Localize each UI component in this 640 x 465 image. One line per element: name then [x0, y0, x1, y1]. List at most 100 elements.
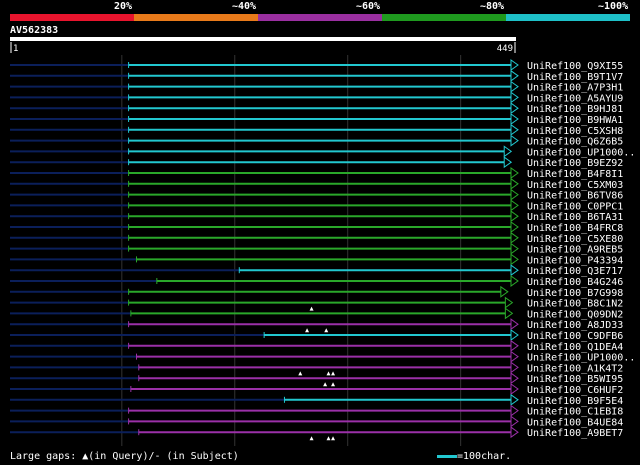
hit-label[interactable]: UniRef100_C5XM03 [527, 180, 623, 191]
hit-row[interactable]: UniRef100_B9HJ81 [10, 102, 623, 115]
hit-end-arrow-icon [510, 383, 519, 395]
hit-label[interactable]: UniRef100_B9HWA1 [527, 115, 623, 126]
hit-label[interactable]: UniRef100_B4G246 [527, 277, 623, 288]
hit-label[interactable]: UniRef100_A9BET7 [527, 428, 623, 439]
hit-end-arrow-icon [503, 156, 513, 169]
scale-label: =100char. [457, 451, 512, 462]
hit-end-arrow-icon [510, 91, 519, 104]
hit-label[interactable]: UniRef100_A1K4T2 [527, 363, 623, 374]
hit-row[interactable]: UniRef100_B6TA31 [10, 210, 623, 223]
hit-row[interactable]: UniRef100_UP1000.. [10, 350, 635, 364]
hit-end-arrow-icon [510, 372, 519, 385]
query-gap-marker-icon [326, 371, 331, 376]
hit-row[interactable]: UniRef100_B4FRC8 [10, 221, 623, 234]
hit-row[interactable]: UniRef100_C5XSH8 [10, 123, 623, 137]
hit-label[interactable]: UniRef100_C0PPC1 [527, 201, 623, 212]
hit-row[interactable]: UniRef100_Q6Z6B5 [10, 134, 623, 148]
hit-end-arrow-icon [510, 221, 519, 233]
hit-row[interactable]: UniRef100_Q1DEA4 [10, 339, 623, 353]
hit-row[interactable]: UniRef100_B6TV86 [10, 188, 623, 202]
hit-row[interactable]: UniRef100_B9T1V7 [10, 69, 623, 83]
hit-row[interactable]: UniRef100_C6HUF2 [10, 383, 623, 396]
hit-label[interactable]: UniRef100_C6HUF2 [527, 385, 623, 396]
scale-bar [437, 455, 457, 458]
hit-row[interactable]: UniRef100_B9HWA1 [10, 113, 623, 126]
hit-label[interactable]: UniRef100_Q9XI55 [527, 61, 623, 72]
hit-row[interactable]: UniRef100_C5XE80 [10, 231, 623, 245]
hit-label[interactable]: UniRef100_Q3E717 [527, 266, 623, 277]
hit-end-arrow-icon [510, 69, 519, 82]
hit-row[interactable]: UniRef100_B4F8I1 [10, 167, 623, 180]
hit-label[interactable]: UniRef100_B5WI95 [527, 374, 623, 385]
hit-label[interactable]: UniRef100_C5XSH8 [527, 126, 623, 137]
hit-row[interactable]: UniRef100_A9BET7 [10, 426, 623, 441]
hit-end-arrow-icon [510, 123, 519, 136]
hit-row[interactable]: UniRef100_C1EBI8 [10, 404, 623, 418]
hit-label[interactable]: UniRef100_B4UE84 [527, 417, 623, 428]
query-gap-marker-icon [331, 382, 336, 387]
hit-row[interactable]: UniRef100_UP1000.. [10, 145, 635, 158]
hit-label[interactable]: UniRef100_Q09DN2 [527, 309, 623, 320]
query-gap-marker-icon [298, 371, 303, 376]
query-end-label: 449 [497, 44, 513, 54]
hit-label[interactable]: UniRef100_B7G998 [527, 288, 623, 299]
hit-label[interactable]: UniRef100_B6TA31 [527, 212, 623, 223]
query-gap-marker-icon [309, 436, 314, 441]
hit-row[interactable]: UniRef100_Q3E717 [10, 264, 623, 277]
hit-label[interactable]: UniRef100_UP1000.. [527, 353, 635, 364]
hit-label[interactable]: UniRef100_C1EBI8 [527, 407, 623, 418]
hit-end-arrow-icon [510, 231, 519, 244]
hit-end-arrow-icon [510, 134, 519, 147]
hit-label[interactable]: UniRef100_A5AYU9 [527, 93, 623, 104]
hit-end-arrow-icon [510, 242, 519, 255]
hit-end-arrow-icon [510, 404, 519, 417]
hit-end-arrow-icon [510, 264, 519, 277]
hit-label[interactable]: UniRef100_UP1000.. [527, 147, 635, 158]
alignment-overview-canvas: 1 449UniRef100_Q9XI55UniRef100_B9T1V7UniR… [10, 37, 635, 446]
query-gap-marker-icon [324, 328, 329, 333]
hit-label[interactable]: UniRef100_B9EZ92 [527, 158, 623, 169]
hit-end-arrow-icon [510, 253, 519, 266]
hit-label[interactable]: UniRef100_P43394 [527, 255, 623, 266]
query-gap-marker-icon [331, 436, 336, 441]
hit-label[interactable]: UniRef100_Q1DEA4 [527, 342, 623, 353]
query-start-label: 1 [13, 44, 18, 54]
hit-row[interactable]: UniRef100_P43394 [10, 253, 623, 266]
hit-label[interactable]: UniRef100_Q6Z6B5 [527, 137, 623, 148]
hit-label[interactable]: UniRef100_B9T1V7 [527, 72, 623, 83]
hit-end-arrow-icon [510, 199, 519, 212]
hit-end-arrow-icon [510, 426, 519, 439]
hit-row[interactable]: UniRef100_Q9XI55 [10, 59, 623, 72]
hit-row[interactable]: UniRef100_A9REB5 [10, 242, 623, 256]
query-gap-marker-icon [305, 328, 310, 333]
hit-label[interactable]: UniRef100_B4F8I1 [527, 169, 623, 180]
hit-label[interactable]: UniRef100_C9DFB6 [527, 331, 623, 342]
hit-end-arrow-icon [510, 188, 519, 201]
hit-row[interactable]: UniRef100_B7G998 [10, 285, 623, 299]
hit-end-arrow-icon [510, 167, 519, 179]
hit-end-arrow-icon [510, 59, 519, 71]
hit-row[interactable]: UniRef100_C9DFB6 [10, 329, 623, 342]
hit-row[interactable]: UniRef100_B4UE84 [10, 415, 623, 428]
hit-row[interactable]: UniRef100_A5AYU9 [10, 91, 623, 104]
hit-end-arrow-icon [510, 393, 519, 406]
hit-row[interactable]: UniRef100_B4G246 [10, 275, 623, 288]
hit-label[interactable]: UniRef100_A7P3H1 [527, 83, 623, 94]
query-gap-marker-icon [326, 436, 331, 441]
hit-row[interactable]: UniRef100_C5XM03 [10, 177, 623, 191]
hit-label[interactable]: UniRef100_B9F5E4 [527, 396, 623, 407]
hit-row[interactable]: UniRef100_Q09DN2 [10, 307, 623, 320]
hit-label[interactable]: UniRef100_B9HJ81 [527, 104, 623, 115]
hit-row[interactable]: UniRef100_A7P3H1 [10, 80, 623, 94]
hit-label[interactable]: UniRef100_A8JD33 [527, 320, 623, 331]
hit-row[interactable]: UniRef100_B9EZ92 [10, 156, 623, 169]
hit-label[interactable]: UniRef100_A9REB5 [527, 245, 623, 256]
hit-label[interactable]: UniRef100_B8C1N2 [527, 299, 623, 310]
large-gaps-legend: Large gaps: ▲(in Query)/- (in Subject) [10, 451, 239, 462]
hit-label[interactable]: UniRef100_C5XE80 [527, 234, 623, 245]
hit-row[interactable]: UniRef100_C0PPC1 [10, 199, 623, 212]
hit-label[interactable]: UniRef100_B4FRC8 [527, 223, 623, 234]
hit-end-arrow-icon [510, 102, 519, 115]
hit-label[interactable]: UniRef100_B6TV86 [527, 191, 623, 202]
hit-row[interactable]: UniRef100_B9F5E4 [10, 393, 623, 407]
